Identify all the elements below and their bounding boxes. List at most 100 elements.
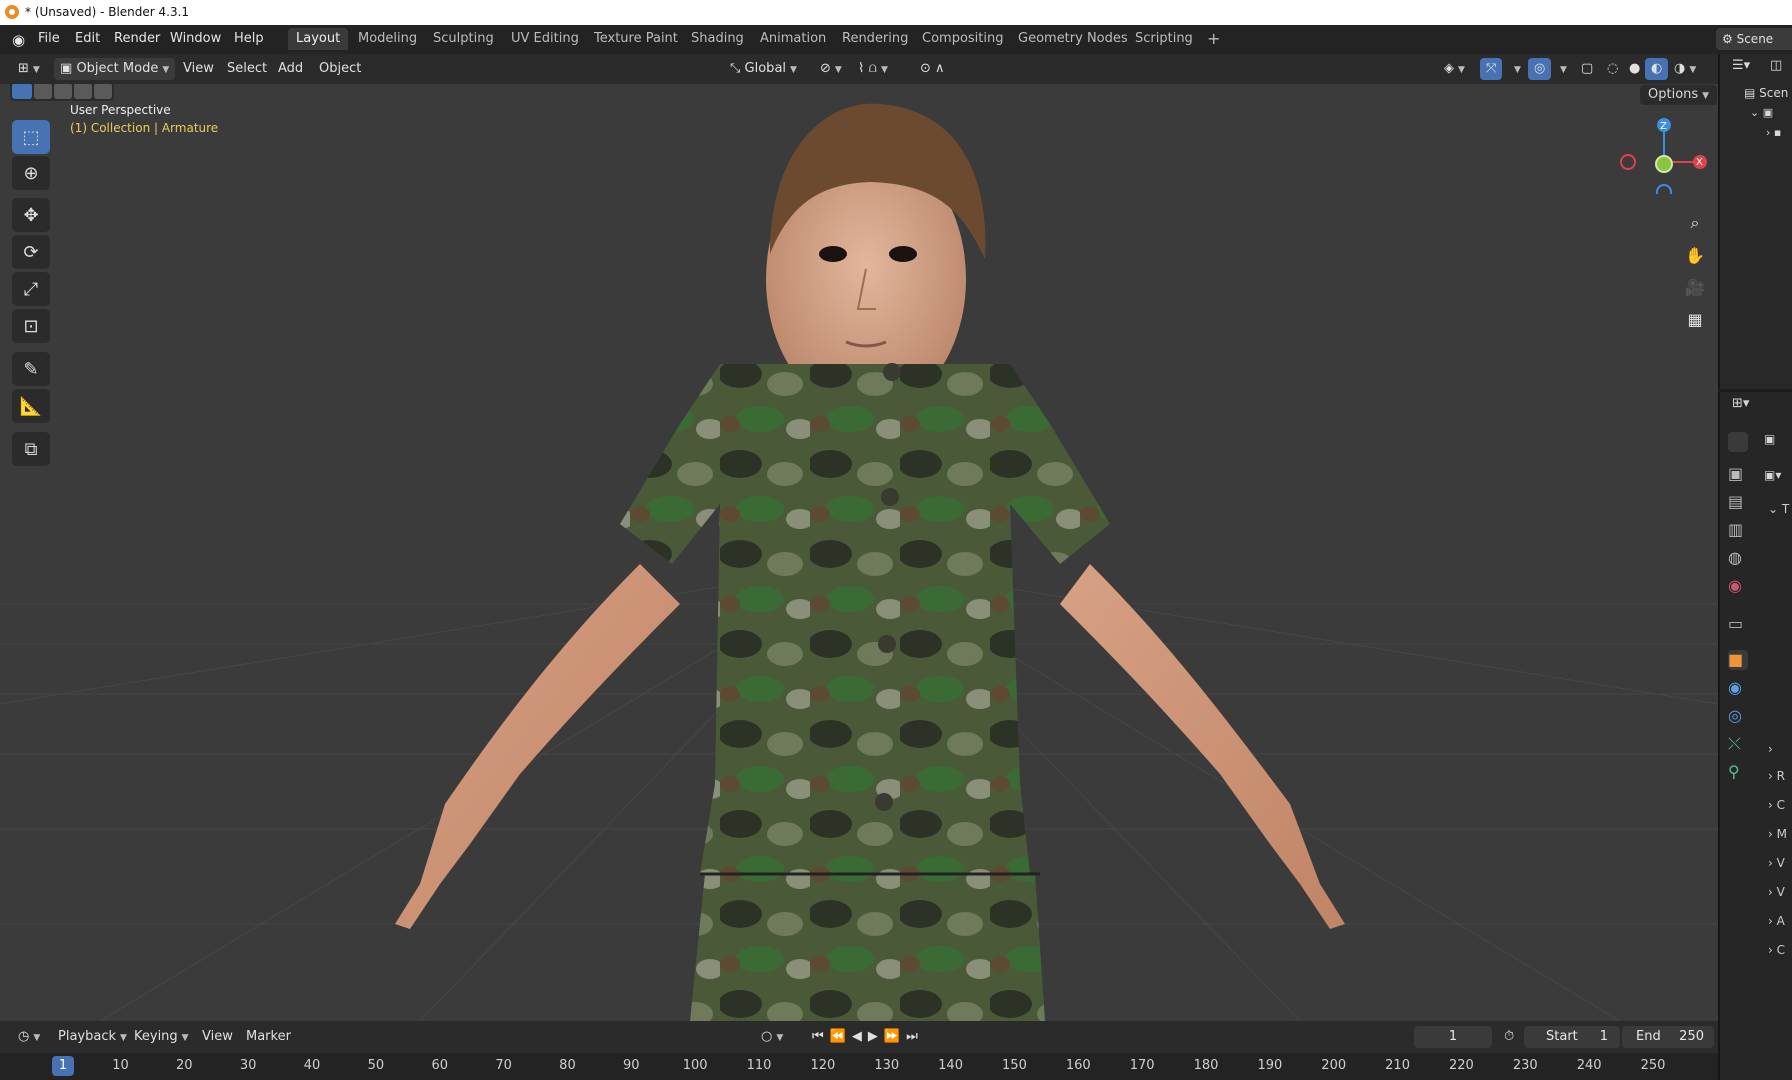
proportional-edit-icon[interactable]: ⊙ ∧: [914, 58, 951, 80]
menu-help[interactable]: Help: [234, 31, 264, 46]
tab-compositing[interactable]: Compositing: [914, 28, 1012, 50]
outliner-editor-icon[interactable]: ☰▾: [1732, 58, 1750, 73]
timeline-ruler[interactable]: 1 10 20 30 40 50 60 70 80 90 100 110 120 130 140 150 16…: [0, 1053, 1718, 1080]
properties-row-0[interactable]: › R: [1768, 769, 1785, 783]
tab-geometry-nodes[interactable]: Geometry Nodes: [1010, 28, 1136, 50]
menu-render[interactable]: Render: [114, 31, 160, 46]
timeline-menu-marker[interactable]: Marker: [240, 1026, 297, 1048]
overlays-icon[interactable]: ◎: [1528, 58, 1552, 80]
tab-rendering[interactable]: Rendering: [834, 28, 916, 50]
material-shading-icon[interactable]: ◐: [1645, 58, 1669, 80]
visibility-icon[interactable]: ◈ ▼: [1438, 58, 1471, 80]
end-frame-field[interactable]: End 250: [1622, 1026, 1714, 1048]
viewport-menu-object[interactable]: Object: [313, 58, 367, 80]
collection-item-icon[interactable]: › ▪: [1766, 126, 1781, 139]
add-workspace-button[interactable]: +: [1199, 28, 1228, 50]
select-extend-icon[interactable]: [34, 84, 52, 99]
scene-selector[interactable]: ⚙ Scene: [1716, 28, 1792, 50]
properties-row-5[interactable]: › A: [1768, 914, 1785, 928]
blender-menu-icon[interactable]: ◉: [12, 31, 25, 49]
scale-tool-icon[interactable]: ⤢: [12, 272, 50, 306]
tab-scripting[interactable]: Scripting: [1127, 28, 1201, 50]
viewport-menu-view[interactable]: View: [177, 58, 220, 80]
mode-label: Object Mode: [76, 61, 159, 76]
properties-row-3[interactable]: › V: [1768, 856, 1785, 870]
playhead-marker[interactable]: 1: [52, 1056, 74, 1076]
preview-range-icon[interactable]: ⏱: [1498, 1026, 1520, 1048]
timeline-menu-keying[interactable]: Keying ▼: [128, 1026, 195, 1048]
properties-row-4[interactable]: › V: [1768, 885, 1785, 899]
viewport-3d[interactable]: User Perspective (1) Collection | Armatu…: [0, 84, 1718, 1021]
pan-hand-icon[interactable]: ✋: [1680, 240, 1710, 270]
view-layer-tab-icon[interactable]: ▥: [1728, 520, 1748, 540]
pivot-icon[interactable]: ⊘ ▼: [814, 58, 848, 80]
camera-view-icon[interactable]: 🎥: [1680, 272, 1710, 302]
tab-texture-paint[interactable]: Texture Paint: [586, 28, 686, 50]
tab-animation[interactable]: Animation: [752, 28, 834, 50]
wireframe-shading-icon[interactable]: ◌: [1601, 58, 1624, 80]
physics-tab-icon[interactable]: ◎: [1728, 706, 1748, 726]
menu-edit[interactable]: Edit: [75, 31, 100, 46]
annotate-tool-icon[interactable]: ✎: [12, 352, 50, 386]
options-button[interactable]: Options ▼: [1640, 85, 1718, 105]
output-tab-icon[interactable]: ▤: [1728, 492, 1748, 512]
properties-row-1[interactable]: › C: [1768, 798, 1785, 812]
xray-icon[interactable]: ▢: [1575, 58, 1599, 80]
current-frame-field[interactable]: 1: [1414, 1026, 1492, 1048]
cursor-tool-icon[interactable]: ⊕: [12, 156, 50, 190]
constraints-tab-icon[interactable]: ⤬: [1728, 734, 1748, 754]
select-new-icon[interactable]: [12, 84, 32, 99]
editor-type-icon[interactable]: ⊞ ▼: [12, 58, 46, 80]
mode-selector[interactable]: ▣ Object Mode ▼: [54, 58, 176, 80]
tab-modeling[interactable]: Modeling: [350, 28, 425, 50]
transform-tool-icon[interactable]: ⊡: [12, 309, 50, 343]
scene-tab-icon[interactable]: ◍: [1728, 548, 1748, 568]
snap-icon[interactable]: ⌇ ⩍ ▼: [852, 58, 894, 80]
tab-shading[interactable]: Shading: [683, 28, 752, 50]
rendered-shading-icon[interactable]: ◑ ▼: [1668, 58, 1702, 80]
perspective-toggle-icon[interactable]: ▦: [1680, 304, 1710, 334]
outliner-filter-icon[interactable]: ◫: [1770, 58, 1782, 73]
overlays-dropdown-icon[interactable]: ▼: [1550, 58, 1573, 80]
select-invert-icon[interactable]: [74, 84, 92, 99]
tab-uv-editing[interactable]: UV Editing: [503, 28, 587, 50]
properties-editor-icon[interactable]: ⊞▾: [1732, 396, 1749, 411]
rotate-tool-icon[interactable]: ⟳: [12, 235, 50, 269]
viewport-menu-select[interactable]: Select: [221, 58, 273, 80]
properties-section-transform[interactable]: ⌄ T: [1768, 502, 1789, 516]
select-intersect-icon[interactable]: [94, 84, 112, 99]
object-tab-icon[interactable]: ■: [1728, 650, 1748, 670]
start-frame-field[interactable]: Start 1: [1524, 1026, 1620, 1048]
modifiers-tab-icon[interactable]: ◉: [1728, 678, 1748, 698]
timeline-menu-view[interactable]: View: [196, 1026, 239, 1048]
select-box-tool-icon[interactable]: ⬚: [12, 120, 50, 154]
tab-sculpting[interactable]: Sculpting: [425, 28, 502, 50]
zoom-icon[interactable]: ⌕: [1680, 208, 1710, 238]
transform-orientation[interactable]: ⤡ Global ▼: [724, 58, 803, 80]
solid-shading-icon[interactable]: ●: [1623, 58, 1646, 80]
gizmo-dropdown-icon[interactable]: ▼: [1504, 58, 1527, 80]
properties-row-2[interactable]: › M: [1768, 827, 1787, 841]
tool-tab-icon[interactable]: [1728, 432, 1748, 452]
timeline-editor-icon[interactable]: ◷ ▼: [12, 1026, 46, 1048]
move-tool-icon[interactable]: ✥: [12, 198, 50, 232]
timeline-menu-playback[interactable]: Playback ▼: [52, 1026, 133, 1048]
menu-window[interactable]: Window: [170, 31, 221, 46]
menu-file[interactable]: File: [38, 31, 60, 46]
viewport-menu-add[interactable]: Add: [272, 58, 309, 80]
render-tab-icon[interactable]: ▣: [1728, 464, 1748, 484]
gizmo-toggle-icon[interactable]: ⤧: [1480, 58, 1503, 80]
auto-keying-icon[interactable]: ○ ▼: [755, 1026, 789, 1048]
data-tab-icon[interactable]: ⚲: [1728, 762, 1748, 782]
viewport-header: ⊞ ▼ ▣ Object Mode ▼ View Select Add Object…: [0, 54, 1718, 84]
collection-tab-icon[interactable]: ▭: [1728, 614, 1748, 634]
properties-collapse-icon[interactable]: ›: [1768, 742, 1773, 756]
add-cube-tool-icon[interactable]: ⧉: [12, 432, 50, 466]
measure-tool-icon[interactable]: 📐: [12, 389, 50, 423]
select-subtract-icon[interactable]: [54, 84, 72, 99]
world-tab-icon[interactable]: ◉: [1728, 576, 1748, 596]
collection-expand-icon[interactable]: ⌄ ▣: [1750, 106, 1773, 119]
tab-layout[interactable]: Layout: [288, 28, 349, 50]
properties-row-6[interactable]: › C: [1768, 943, 1785, 957]
playback-controls[interactable]: ⏮⏪◀▶⏩⏭: [806, 1026, 930, 1048]
